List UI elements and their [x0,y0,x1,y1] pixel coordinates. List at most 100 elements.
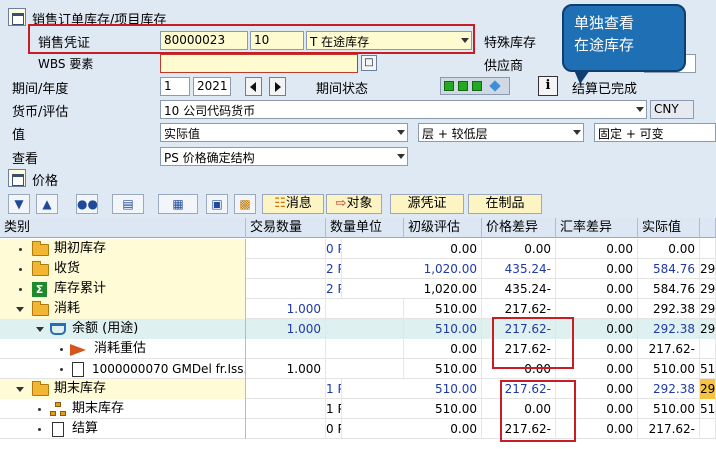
expand-all-icon[interactable]: ▼ [8,194,30,214]
col-header-category[interactable]: 类别 [0,218,246,238]
object-button[interactable]: ⇨对象 [326,194,382,214]
tree-cell: 结算 [0,419,246,439]
tree-cell: 期初库存 [0,239,246,259]
row-unit: 1 PC [326,399,342,419]
row-unit: 1 PC [326,379,342,399]
chevron-down-icon[interactable] [636,107,644,112]
row-actual: 217.62- [638,339,700,359]
currency-label: 货币/评估 [12,105,69,120]
chevron-down-icon[interactable] [397,154,405,159]
table-row[interactable]: 消耗重估 0.00 217.62- 0.00 217.62- [0,339,716,359]
row-fx-diff: 0.00 [556,279,638,299]
row-primary: 510.00 [404,379,482,399]
table-row[interactable]: 期初库存 0 PC 0.00 0.00 0.00 0.00 [0,239,716,259]
wbs-input[interactable] [160,54,358,73]
currency-select[interactable]: 10 公司代码货币 [160,100,647,119]
view-select[interactable]: PS 价格确定结构 [160,147,408,166]
section-toggle-icon[interactable] [8,8,26,26]
table-row[interactable]: 结算 0 PC 0.00 217.62- 0.00 217.62- [0,419,716,439]
period-input[interactable]: 1 [160,77,190,96]
value-select[interactable]: 实际值 [160,123,408,142]
info-icon[interactable]: i [538,76,558,96]
col-header-primary[interactable]: 初级评估 [404,218,482,238]
tree-expand-icon[interactable] [16,387,24,392]
tree-leaf-icon [60,368,63,371]
table-row[interactable]: 余额 (用途) 1.000 510.00 217.62- 0.00 292.38… [0,319,716,339]
period-status-label: 期间状态 [316,82,369,97]
col-header-unit[interactable]: 数量单位 [326,218,404,238]
row-qty [246,259,326,279]
row-qty: 1.000 [246,319,326,339]
col-header-price-diff[interactable]: 价格差异 [482,218,556,238]
collapse-all-icon[interactable]: ▲ [36,194,58,214]
table-row[interactable]: Σ 库存累计 2 PC 1,020.00 435.24- 0.00 584.76… [0,279,716,299]
level-select[interactable]: 层 + 较低层 [418,123,584,142]
next-period-button[interactable] [269,77,286,96]
table-row[interactable]: 1000000070 GMDel fr.Iss.V 1.000 510.00 0… [0,359,716,379]
row-primary: 1,020.00 [404,279,482,299]
row-category: 期末库存 [54,381,107,396]
view-selected: PS 价格确定结构 [164,151,255,165]
search-help-icon[interactable]: □ [361,55,377,71]
folder-open-icon [32,381,49,396]
row-primary: 510.00 [404,359,482,379]
col-header-overflow [700,218,716,238]
row-primary: 510.00 [404,399,482,419]
tree-leaf-icon [38,408,41,411]
row-primary: 510.00 [404,299,482,319]
hierarchy-icon[interactable]: ▩ [234,194,256,214]
tree-cell: 收货 [0,259,246,279]
row-unit [326,359,404,379]
col-header-qty[interactable]: 交易数量 [246,218,326,238]
callout-bubble: 单独查看 在途库存 [562,4,686,72]
price-section-toggle-icon[interactable] [8,169,26,187]
row-qty: 1.000 [246,299,326,319]
table-row[interactable]: 收货 2 PC 1,020.00 435.24- 0.00 584.76 29 [0,259,716,279]
row-price-diff: 0.00 [482,239,556,259]
folder-icon [32,241,49,256]
find-icon[interactable]: ●● [76,194,98,214]
level-selected: 层 + 较低层 [422,127,488,141]
row-overflow: 29 [700,259,716,279]
tree-expand-icon[interactable] [16,307,24,312]
tree-leaf-icon [19,268,22,271]
fixed-var-select[interactable]: 固定 + 可变 [594,123,716,142]
object-label: 对象 [346,196,373,211]
layout-icon[interactable]: ▦ [158,194,198,214]
highlight-box-settlement [500,380,576,442]
table-row[interactable]: 期末库存 1 PC 510.00 217.62- 0.00 292.38 29 [0,379,716,399]
wbs-label: WBS 要素 [38,57,94,71]
row-actual: 292.38 [638,379,700,399]
row-overflow [700,419,716,439]
row-category: 期末库存 [72,401,125,416]
row-category: 期初库存 [54,241,107,256]
callout-line-2: 在途库存 [574,36,635,54]
chevron-down-icon[interactable] [397,130,405,135]
row-overflow: 51 [700,359,716,379]
table-row[interactable]: 期末库存 1 PC 510.00 0.00 0.00 510.00 51 [0,399,716,419]
tree-expand-icon[interactable] [36,327,44,332]
wip-button[interactable]: 在制品 [468,194,542,214]
row-category: 消耗重估 [94,341,147,356]
sum-icon: Σ [32,282,47,297]
source-doc-label: 源凭证 [407,196,447,211]
row-qty [246,379,326,399]
col-header-actual[interactable]: 实际值 [638,218,700,238]
prev-period-button[interactable] [245,77,262,96]
col-header-fx-diff[interactable]: 汇率差异 [556,218,638,238]
object-icon: ⇨ [335,196,347,211]
row-overflow [700,339,716,359]
messages-button[interactable]: ☷消息 [262,194,324,214]
row-actual: 584.76 [638,279,700,299]
row-category: 余额 (用途) [72,321,139,336]
status-green-icon [458,81,468,91]
source-doc-button[interactable]: 源凭证 [390,194,464,214]
view-label: 查看 [12,152,39,167]
chevron-down-icon[interactable] [573,130,581,135]
row-primary: 0.00 [404,419,482,439]
row-unit [326,299,404,319]
print-icon[interactable]: ▤ [112,194,144,214]
year-input[interactable]: 2021 [193,77,231,96]
detail-icon[interactable]: ▣ [206,194,228,214]
table-row[interactable]: 消耗 1.000 510.00 217.62- 0.00 292.38 29 [0,299,716,319]
